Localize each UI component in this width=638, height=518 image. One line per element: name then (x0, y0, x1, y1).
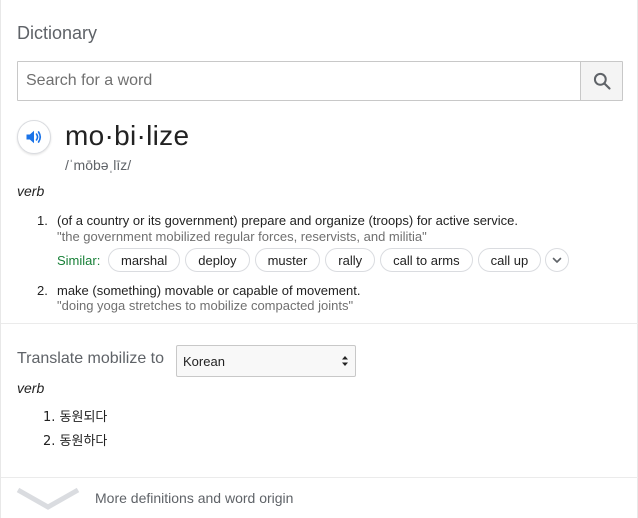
translation-text: 동원되다 (59, 410, 108, 425)
translation-number: 2. (43, 434, 56, 449)
select-arrows-icon (342, 356, 348, 366)
expand-similar-button[interactable] (545, 248, 570, 272)
similar-chip[interactable]: marshal (108, 248, 181, 272)
definition-example: "the government mobilized regular forces… (57, 229, 427, 244)
similar-chip[interactable]: rally (325, 248, 376, 272)
headword: mo·bi·lize (65, 120, 190, 151)
definition-example: "doing yoga stretches to mobilize compac… (57, 298, 354, 313)
similar-chip[interactable]: deploy (185, 248, 250, 272)
search-icon (593, 72, 611, 90)
language-select[interactable]: Korean (176, 345, 356, 377)
section-divider (1, 323, 638, 324)
translate-label: Translate mobilize to (17, 350, 165, 367)
search-input[interactable] (18, 62, 580, 100)
similar-chip[interactable]: call to arms (380, 248, 473, 272)
language-select-value: Korean (183, 354, 225, 369)
similar-chips: marshal deploy muster rally call to arms… (108, 248, 570, 272)
similar-label: Similar: (57, 253, 101, 268)
phonetic-spelling: /ˈmōbəˌlīz/ (65, 157, 132, 173)
part-of-speech: verb (17, 183, 45, 199)
similar-chip[interactable]: call up (477, 248, 542, 272)
translation-number: 1. (43, 410, 56, 425)
more-definitions-label: More definitions and word origin (95, 490, 294, 506)
definition-number: 2. (37, 283, 48, 298)
search-box (17, 61, 623, 101)
dictionary-title: Dictionary (17, 23, 98, 43)
definition-text: make (something) movable or capable of m… (57, 283, 361, 298)
translation-part-of-speech: verb (17, 380, 45, 396)
chevron-down-icon (16, 487, 80, 510)
translation-text: 동원하다 (59, 434, 108, 449)
speaker-icon (26, 130, 42, 144)
translation-item: 1. 동원되다 (43, 406, 107, 425)
dictionary-card: Dictionary mo·bi·lize /ˈmōbəˌlīz/ verb 1… (0, 0, 638, 518)
definition-text: (of a country or its government) prepare… (57, 213, 518, 228)
pronunciation-button[interactable] (17, 120, 51, 154)
search-button[interactable] (580, 62, 622, 100)
more-definitions-link[interactable]: More definitions and word origin (1, 478, 638, 518)
chevron-down-icon (552, 257, 562, 263)
translation-item: 2. 동원하다 (43, 430, 107, 449)
similar-chip[interactable]: muster (254, 248, 321, 272)
definition-number: 1. (37, 213, 48, 228)
